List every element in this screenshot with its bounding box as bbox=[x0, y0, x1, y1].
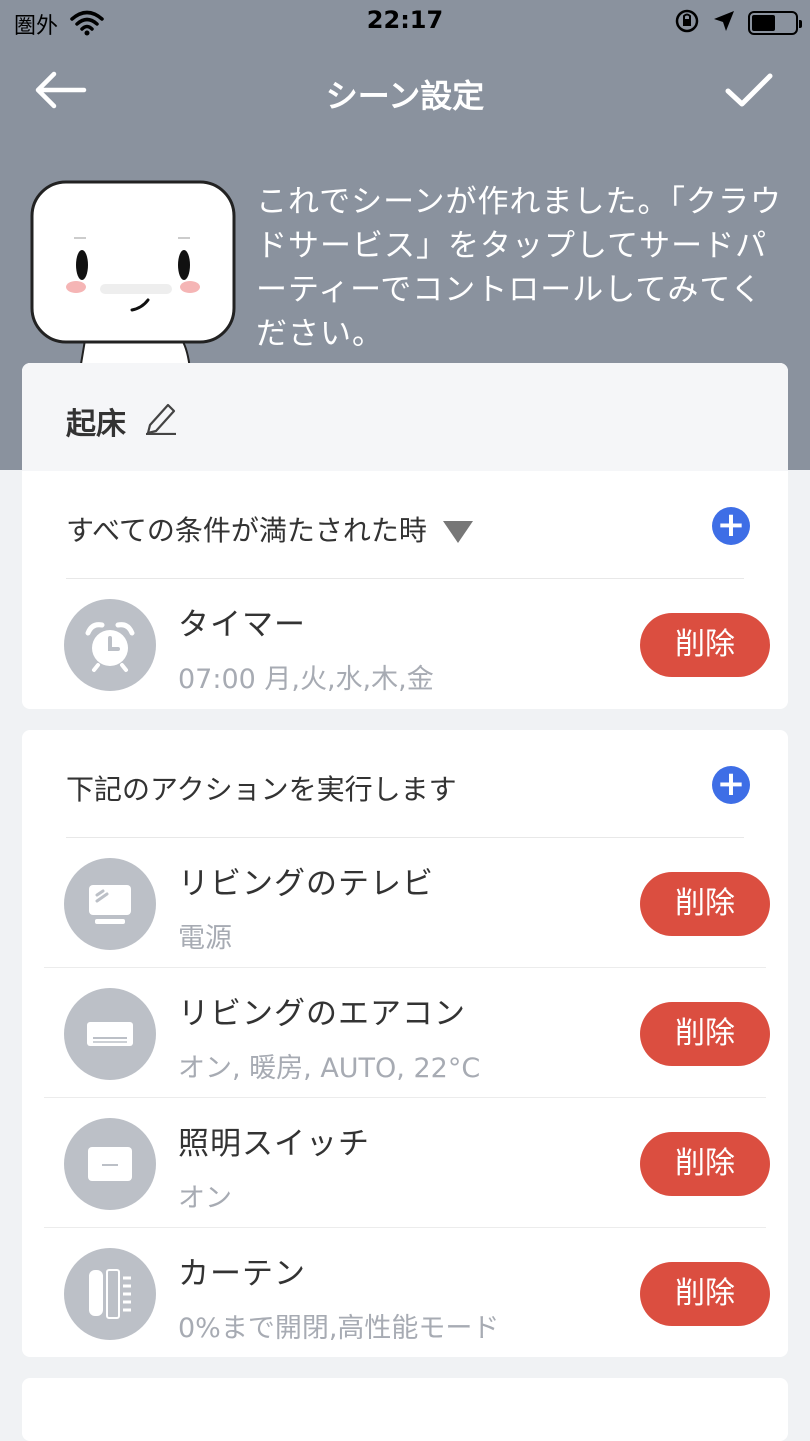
item-subtitle: 電源 bbox=[178, 923, 232, 954]
intro-message: これでシーンが作れました。「クラウドサービス」をタップしてサードパーティーでコン… bbox=[256, 184, 783, 352]
add-condition-button[interactable]: + bbox=[712, 507, 750, 545]
orientation-lock-icon bbox=[674, 8, 700, 38]
mascot-illustration bbox=[30, 180, 240, 371]
battery-icon bbox=[748, 11, 802, 35]
item-subtitle: 07:00 月,火,水,木,金 bbox=[178, 664, 434, 695]
location-icon bbox=[712, 9, 736, 37]
item-title: 照明スイッチ bbox=[178, 1126, 370, 1162]
delete-button[interactable]: 削除 bbox=[640, 1132, 770, 1196]
item-subtitle: オン, 暖房, AUTO, 22°C bbox=[178, 1053, 481, 1084]
page-title: シーン設定 bbox=[325, 77, 485, 115]
item-subtitle: オン bbox=[178, 1183, 232, 1214]
actions-card: 下記のアクションを実行します + リビングのテレビ 電源 削除 リビングのエアコ… bbox=[22, 730, 788, 1357]
actions-header: 下記のアクションを実行します + bbox=[22, 730, 788, 838]
confirm-check-icon[interactable] bbox=[722, 67, 776, 113]
list-item[interactable]: 照明スイッチ オン 削除 bbox=[22, 1098, 788, 1228]
item-title: タイマー bbox=[178, 607, 306, 643]
delete-button[interactable]: 削除 bbox=[640, 1002, 770, 1066]
actions-label: 下記のアクションを実行します bbox=[66, 773, 457, 806]
pencil-edit-icon[interactable] bbox=[144, 399, 178, 439]
delete-button[interactable]: 削除 bbox=[640, 872, 770, 936]
delete-button[interactable]: 削除 bbox=[640, 1262, 770, 1326]
list-item[interactable]: リビングのエアコン オン, 暖房, AUTO, 22°C 削除 bbox=[22, 968, 788, 1098]
light-switch-icon bbox=[64, 1118, 156, 1210]
add-action-button[interactable]: + bbox=[712, 766, 750, 804]
conditions-label-text: すべての条件が満たされた時 bbox=[66, 514, 427, 547]
conditions-header: すべての条件が満たされた時 + bbox=[22, 471, 788, 579]
status-bar: 圏外 22:17 bbox=[0, 0, 810, 44]
dropdown-triangle-icon[interactable] bbox=[442, 521, 473, 543]
curtain-icon bbox=[64, 1248, 156, 1340]
scene-name: 起床 bbox=[66, 407, 126, 442]
alarm-clock-icon bbox=[64, 599, 156, 691]
scene-name-row[interactable]: 起床 bbox=[22, 363, 788, 471]
item-title: リビングのテレビ bbox=[178, 866, 434, 902]
status-icons bbox=[674, 8, 802, 38]
conditions-label[interactable]: すべての条件が満たされた時 bbox=[66, 509, 473, 549]
item-title: カーテン bbox=[178, 1256, 306, 1292]
delete-button[interactable]: 削除 bbox=[640, 613, 770, 677]
tv-icon bbox=[64, 858, 156, 950]
list-item[interactable]: リビングのテレビ 電源 削除 bbox=[22, 838, 788, 968]
next-card-partial bbox=[22, 1378, 788, 1441]
list-item[interactable]: タイマー 07:00 月,火,水,木,金 削除 bbox=[22, 579, 788, 709]
air-conditioner-icon bbox=[64, 988, 156, 1080]
list-item[interactable]: カーテン 0%まで開閉,高性能モード 削除 bbox=[22, 1228, 788, 1357]
item-subtitle: 0%まで開閉,高性能モード bbox=[178, 1313, 500, 1344]
item-title: リビングのエアコン bbox=[178, 996, 466, 1032]
navigation-bar: シーン設定 bbox=[0, 55, 810, 125]
conditions-card: 起床 すべての条件が満たされた時 + タイマー 07:00 月,火,水,木,金 bbox=[22, 363, 788, 709]
